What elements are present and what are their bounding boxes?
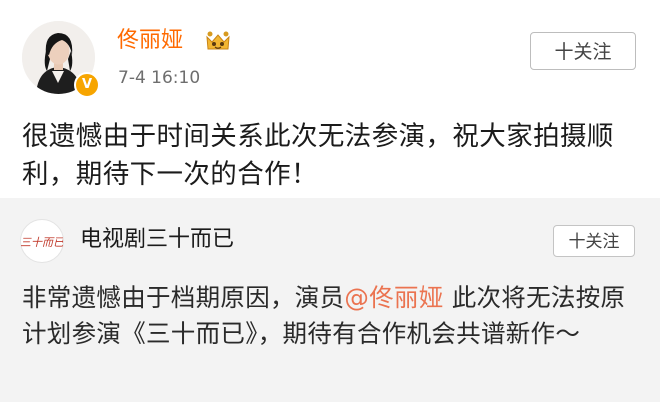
weibo-post: V 佟丽娅 7-4 16:10 十关注 很遗憾由于时间关系此次无法参演，祝大家拍… bbox=[0, 0, 660, 198]
show-logo-image: 三十而已 bbox=[20, 236, 65, 249]
crown-icon bbox=[206, 31, 230, 50]
repost-text-before: 非常遗憾由于档期原因，演员 bbox=[22, 283, 345, 312]
repost-text: 非常遗憾由于档期原因，演员@佟丽娅 此次将无法按原计划参演《三十而已》，期待有合… bbox=[22, 280, 644, 352]
post-text: 很遗憾由于时间关系此次无法参演，祝大家拍摄顺利，期待下一次的合作！ bbox=[22, 121, 614, 190]
show-logo-text: 三十而已 bbox=[21, 236, 63, 249]
repost-follow-button[interactable]: 十关注 bbox=[553, 225, 635, 257]
repost-avatar[interactable]: 三十而已 bbox=[20, 219, 65, 263]
mention-link[interactable]: @佟丽娅 bbox=[344, 283, 443, 312]
post-timestamp: 7-4 16:10 bbox=[118, 68, 201, 88]
repost-card[interactable]: 三十而已 电视剧三十而已 十关注 非常遗憾由于档期原因，演员@佟丽娅 此次将无法… bbox=[0, 198, 660, 402]
author-name[interactable]: 佟丽娅 bbox=[117, 26, 183, 56]
repost-author-name[interactable]: 电视剧三十而已 bbox=[80, 224, 234, 256]
verified-badge-icon: V bbox=[74, 72, 100, 98]
follow-button[interactable]: 十关注 bbox=[530, 32, 636, 70]
